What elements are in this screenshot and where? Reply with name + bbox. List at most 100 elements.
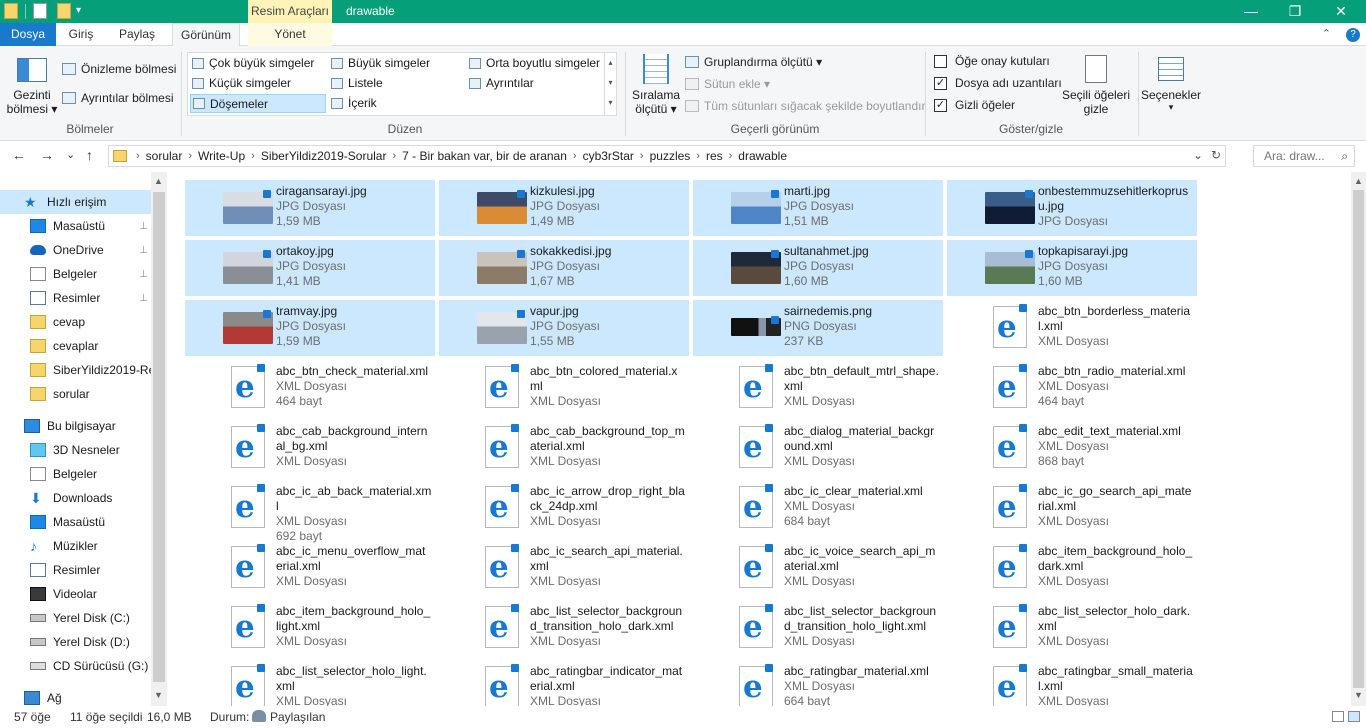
sidebar-item-müzikler[interactable]: ♪ Müzikler	[0, 534, 152, 558]
list-option[interactable]: Listele	[331, 76, 383, 90]
extra-large-icons-option[interactable]: Çok büyük simgeler	[192, 56, 314, 70]
chevron-right-icon[interactable]: ›	[392, 150, 396, 162]
hidden-items-toggle[interactable]: ✓ Gizli öğeler	[934, 98, 1015, 112]
help-icon[interactable]: ?	[1346, 28, 1360, 42]
file-tile[interactable]: e abc_list_selector_background_transition…	[439, 600, 689, 656]
breadcrumb-item[interactable]: sorular	[146, 149, 183, 163]
sort-by-button[interactable]: Sıralama ölçütü ▾	[632, 52, 680, 118]
file-tile[interactable]: kizkulesi.jpg JPG Dosyası 1,49 MB	[439, 180, 689, 236]
file-tile[interactable]: e abc_ratingbar_material.xml XML Dosyası 66…	[693, 660, 943, 706]
refresh-button[interactable]: ↻	[1211, 148, 1221, 162]
sidebar-item-onedrive[interactable]: OneDrive ⊥	[0, 238, 152, 262]
sidebar-item-cd-sürücüsü-g-[interactable]: CD Sürücüsü (G:)	[0, 654, 152, 678]
sidebar-item-cevap[interactable]: cevap	[0, 310, 152, 334]
file-tile[interactable]: e abc_ic_ab_back_material.xml XML Dosyası 6…	[185, 480, 435, 543]
details-pane-button[interactable]: Ayrıntılar bölmesi	[62, 91, 173, 105]
address-dropdown-icon[interactable]: ⌄	[1193, 148, 1203, 162]
sidebar-item-resimler[interactable]: Resimler	[0, 558, 152, 582]
navigation-pane-button[interactable]: Gezinti bölmesi ▾	[6, 52, 58, 118]
breadcrumb[interactable]: › sorular › Write-Up › SiberYildiz2019-S…	[108, 145, 1226, 167]
file-tile[interactable]: e abc_cab_background_top_material.xml XML …	[439, 420, 689, 476]
properties-icon[interactable]	[4, 3, 18, 19]
file-tile[interactable]: e abc_list_selector_background_transition…	[693, 600, 943, 656]
chevron-right-icon[interactable]: ›	[640, 150, 644, 162]
hidden-items-checkbox[interactable]: ✓	[934, 98, 947, 112]
file-tile[interactable]: tramvay.jpg JPG Dosyası 1,59 MB	[185, 300, 435, 356]
sidebar-item-masaüstü[interactable]: Masaüstü	[0, 510, 152, 534]
search-input[interactable]: Ara: draw...	[1264, 149, 1325, 163]
search-icon[interactable]: ⌕	[1341, 149, 1348, 164]
file-tile[interactable]: e abc_ic_go_search_api_material.xml XML Do…	[947, 480, 1197, 536]
file-tile[interactable]: e abc_btn_colored_material.xml XML Dosyası	[439, 360, 689, 416]
recent-locations-button[interactable]: ⌄	[66, 148, 75, 161]
nav-scrollbar-thumb[interactable]	[153, 192, 165, 682]
sidebar-item-downloads[interactable]: ⬇ Downloads	[0, 486, 152, 510]
file-tile[interactable]: e abc_item_background_holo_dark.xml XML Do…	[947, 540, 1197, 596]
small-icons-option[interactable]: Küçük simgeler	[192, 76, 291, 90]
file-tile[interactable]: e abc_btn_borderless_material.xml XML Dosy…	[947, 300, 1197, 356]
file-tile[interactable]: marti.jpg JPG Dosyası 1,51 MB	[693, 180, 943, 236]
search-box[interactable]: Ara: draw... ⌕	[1253, 145, 1355, 167]
details-option[interactable]: Ayrıntılar	[469, 76, 534, 90]
file-tile[interactable]: onbestemmuzsehitlerkoprusu.jpg JPG Dosyas…	[947, 180, 1197, 236]
sidebar-item-3d-nesneler[interactable]: 3D Nesneler	[0, 438, 152, 462]
nav-scroll-up-button[interactable]: ▲	[154, 176, 163, 186]
sidebar-item-videolar[interactable]: Videolar	[0, 582, 152, 606]
file-tile[interactable]: e abc_ic_arrow_drop_right_black_24dp.xml X…	[439, 480, 689, 536]
breadcrumb-item[interactable]: SiberYildiz2019-Sorular	[261, 149, 387, 163]
file-tile[interactable]: e abc_item_background_holo_light.xml XML D…	[185, 600, 435, 656]
collapse-ribbon-icon[interactable]: ⌃	[1322, 28, 1331, 40]
file-tile[interactable]: e abc_list_selector_holo_light.xml XML Dos…	[185, 660, 435, 706]
chevron-right-icon[interactable]: ›	[573, 150, 577, 162]
sidebar-item-cevaplar[interactable]: cevaplar	[0, 334, 152, 358]
scroll-down-button[interactable]: ▼	[1354, 690, 1363, 700]
pin-icon[interactable]: ⊥	[139, 221, 148, 232]
breadcrumb-item[interactable]: cyb3rStar	[583, 149, 634, 163]
nav-scroll-down-button[interactable]: ▼	[154, 690, 163, 700]
tab-view[interactable]: Görünüm	[172, 23, 240, 47]
medium-icons-option[interactable]: Orta boyutlu simgeler	[469, 56, 600, 70]
large-icons-option[interactable]: Büyük simgeler	[331, 56, 430, 70]
breadcrumb-item[interactable]: res	[706, 149, 723, 163]
file-tile[interactable]: e abc_cab_background_internal_bg.xml XML D…	[185, 420, 435, 476]
pin-icon[interactable]: ⊥	[139, 245, 148, 256]
scroll-up-button[interactable]: ▲	[1354, 176, 1363, 186]
up-button[interactable]: ↑	[86, 147, 93, 163]
sidebar-item-siberyildiz2019-re[interactable]: SiberYildiz2019-Re	[0, 358, 152, 382]
file-tile[interactable]: e abc_btn_default_mtrl_shape.xml XML Dosya…	[693, 360, 943, 416]
size-all-columns-button[interactable]: Tüm sütunları sığacak şekilde boyutlandı…	[685, 99, 925, 113]
options-button[interactable]: Seçenekler ▾	[1140, 52, 1202, 118]
pin-icon[interactable]: ⊥	[139, 269, 148, 280]
sidebar-item-belgeler[interactable]: Belgeler ⊥	[0, 262, 152, 286]
file-tile[interactable]: sultanahmet.jpg JPG Dosyası 1,60 MB	[693, 240, 943, 296]
file-tile[interactable]: e abc_ic_clear_material.xml XML Dosyası 684…	[693, 480, 943, 536]
preview-pane-button[interactable]: Önizleme bölmesi	[62, 62, 176, 76]
tab-share[interactable]: Paylaş	[108, 23, 166, 46]
chevron-right-icon[interactable]: ›	[251, 150, 255, 162]
breadcrumb-item[interactable]: puzzles	[650, 149, 691, 163]
file-tile[interactable]: e abc_btn_radio_material.xml XML Dosyası 46…	[947, 360, 1197, 416]
file-tile[interactable]: e abc_ratingbar_indicator_material.xml XML…	[439, 660, 689, 706]
sidebar-item-yerel-disk-c-[interactable]: Yerel Disk (C:)	[0, 606, 152, 630]
forward-button[interactable]: →	[40, 147, 54, 163]
minimize-button[interactable]: —	[1228, 0, 1274, 23]
pin-icon[interactable]: ⊥	[139, 293, 148, 304]
hide-selected-items-button[interactable]: Seçili öğeleri gizle	[1058, 52, 1134, 118]
breadcrumb-item[interactable]: drawable	[738, 149, 787, 163]
maximize-button[interactable]: ❐	[1272, 0, 1318, 23]
back-button[interactable]: ←	[12, 147, 26, 163]
file-extensions-toggle[interactable]: ✓ Dosya adı uzantıları	[934, 76, 1062, 90]
tab-manage[interactable]: Yönet	[248, 23, 332, 46]
chevron-right-icon[interactable]: ›	[136, 150, 140, 162]
sidebar-item-sorular[interactable]: sorular	[0, 382, 152, 406]
file-tile[interactable]: e abc_ic_search_api_material.xml XML Dosya…	[439, 540, 689, 596]
breadcrumb-item[interactable]: 7 - Bir bakan var, bir de aranan	[402, 149, 567, 163]
file-tile[interactable]: ciragansarayi.jpg JPG Dosyası 1,59 MB	[185, 180, 435, 236]
item-checkboxes-toggle[interactable]: Öğe onay kutuları	[934, 54, 1050, 68]
file-extensions-checkbox[interactable]: ✓	[934, 76, 947, 90]
file-tile[interactable]: topkapisarayi.jpg JPG Dosyası 1,60 MB	[947, 240, 1197, 296]
add-columns-button[interactable]: Sütun ekle ▾	[685, 77, 770, 91]
file-tile[interactable]: e abc_list_selector_holo_dark.xml XML Dosy…	[947, 600, 1197, 656]
sidebar-item-belgeler[interactable]: Belgeler	[0, 462, 152, 486]
group-by-button[interactable]: Gruplandırma ölçütü ▾	[685, 55, 822, 69]
